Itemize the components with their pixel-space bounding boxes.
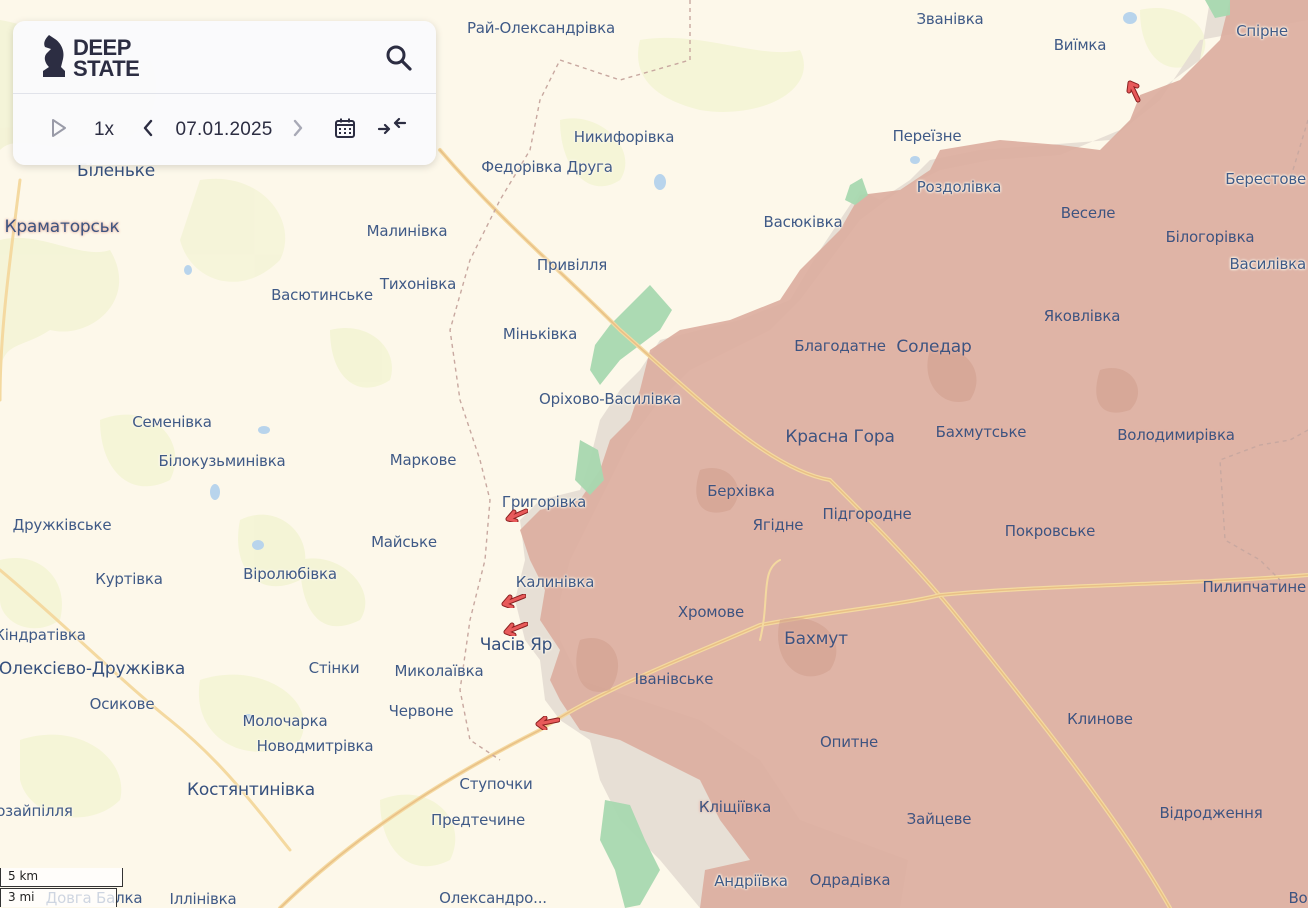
place-label: Опитне bbox=[820, 733, 878, 751]
place-label: Осикове bbox=[89, 695, 155, 713]
place-label: Покровське bbox=[1004, 522, 1096, 540]
place-label: Одрадівка bbox=[809, 871, 891, 889]
place-label: Калинівка bbox=[515, 573, 595, 591]
control-panel: DEEP STATE 1x 07.01.2025 bbox=[13, 21, 436, 165]
place-label: Краматорськ bbox=[4, 217, 120, 237]
panel-header: DEEP STATE bbox=[13, 21, 436, 94]
place-label: Рай-Олександрівка bbox=[466, 19, 616, 37]
next-date-button[interactable] bbox=[287, 115, 309, 145]
place-label: Зайцеве bbox=[906, 810, 972, 828]
place-label: Ягідне bbox=[752, 516, 804, 534]
place-label: Олександро... bbox=[439, 889, 547, 907]
place-label: Клинове bbox=[1067, 710, 1133, 728]
place-label: Олексієво-Дружківка bbox=[0, 659, 186, 679]
place-label: Оріхово-Василівка bbox=[539, 390, 681, 408]
place-label: Віролюбівка bbox=[243, 565, 337, 583]
place-label: Красна Гора bbox=[785, 427, 895, 447]
place-label: Бахмут bbox=[784, 629, 848, 649]
place-label: Спірне bbox=[1236, 22, 1288, 40]
advance-arrow-4 bbox=[532, 716, 560, 730]
place-label: Майське bbox=[371, 533, 437, 551]
chevron-right-icon bbox=[291, 119, 305, 141]
place-label: Відродження bbox=[1159, 804, 1263, 822]
place-label: Яковлівка bbox=[1043, 307, 1121, 325]
place-label: Володимирівка bbox=[1117, 426, 1235, 444]
advance-arrow-3 bbox=[500, 622, 528, 636]
place-label: Васюківка bbox=[763, 213, 843, 231]
place-label: Часів Яр bbox=[479, 635, 553, 655]
search-icon bbox=[384, 45, 414, 77]
advance-arrow-5 bbox=[1124, 78, 1144, 104]
knight-logo-icon bbox=[41, 33, 67, 83]
deepstate-logo[interactable]: DEEP STATE bbox=[41, 33, 151, 83]
advance-arrow-2 bbox=[498, 594, 526, 608]
place-label: Предтечине bbox=[430, 811, 526, 829]
place-label: Міньківка bbox=[502, 325, 578, 343]
place-label: Семенівка bbox=[132, 413, 212, 431]
place-label: Молочарка bbox=[242, 712, 328, 730]
collapse-button[interactable] bbox=[375, 115, 409, 145]
play-button[interactable] bbox=[47, 115, 71, 145]
scale-mi: 3 mi bbox=[0, 888, 117, 907]
previous-date-button[interactable] bbox=[137, 115, 159, 145]
place-label: Федорівка Друга bbox=[481, 158, 613, 176]
place-label: Кліщіївка bbox=[698, 798, 772, 816]
brand-text: DEEP STATE bbox=[73, 35, 140, 81]
place-label: Васютинське bbox=[271, 286, 373, 304]
timeline-controls: 1x 07.01.2025 bbox=[13, 95, 436, 165]
place-label: Новодмитрівка bbox=[256, 737, 374, 755]
place-label: Виїмка bbox=[1053, 36, 1107, 54]
place-label: Червоне bbox=[388, 702, 454, 720]
chevron-left-icon bbox=[141, 119, 155, 141]
place-label: Переїзне bbox=[892, 127, 962, 145]
place-label: Іванівське bbox=[634, 670, 714, 688]
speed-button[interactable]: 1x bbox=[89, 115, 119, 145]
place-label: Веселе bbox=[1060, 204, 1116, 222]
place-label: Соледар bbox=[896, 337, 972, 357]
place-label: Кіндратівка bbox=[0, 626, 86, 644]
place-label: Іллінівка bbox=[169, 890, 237, 908]
calendar-button[interactable] bbox=[331, 115, 359, 145]
brand-line-2: STATE bbox=[73, 56, 140, 81]
place-label: Маркове bbox=[389, 451, 457, 469]
place-label: Хромове bbox=[677, 603, 745, 621]
place-label: Привілля bbox=[536, 256, 608, 274]
play-icon bbox=[50, 118, 68, 142]
calendar-icon bbox=[334, 117, 356, 143]
place-label: Розайпілля bbox=[0, 802, 73, 820]
place-label: Пилипчатине bbox=[1202, 578, 1306, 596]
place-label: Костянтинівка bbox=[187, 780, 315, 800]
place-label: Во bbox=[1288, 889, 1308, 907]
scale-km: 5 km bbox=[0, 868, 123, 887]
current-date[interactable]: 07.01.2025 bbox=[173, 115, 275, 145]
place-label: Званівка bbox=[916, 10, 984, 28]
scale-bar: 5 km 3 mi bbox=[0, 868, 123, 908]
place-label: Білогорівка bbox=[1165, 228, 1255, 246]
place-label: Никифорівка bbox=[573, 128, 675, 146]
place-label: Ступочки bbox=[459, 775, 533, 793]
place-label: Дружківське bbox=[12, 516, 112, 534]
place-label: Тихонівка bbox=[379, 275, 457, 293]
brand-line-1: DEEP bbox=[73, 35, 131, 60]
place-label: Малинівка bbox=[366, 222, 448, 240]
collapse-arrows-icon bbox=[377, 116, 407, 144]
place-label: Берестове bbox=[1225, 170, 1306, 188]
place-label: Куртівка bbox=[95, 570, 163, 588]
place-label: Білокузьминівка bbox=[158, 452, 286, 470]
place-label: Стінки bbox=[308, 659, 360, 677]
place-label: Андріївка bbox=[714, 872, 788, 890]
place-label: Бахмутське bbox=[935, 423, 1027, 441]
place-label: Миколаївка bbox=[394, 662, 484, 680]
place-label: Берхівка bbox=[707, 482, 775, 500]
search-button[interactable] bbox=[384, 43, 414, 73]
place-label: Підгородне bbox=[822, 505, 912, 523]
place-label: Роздолівка bbox=[916, 178, 1002, 196]
place-label: Василівка bbox=[1229, 255, 1306, 273]
place-label: Благодатне bbox=[794, 337, 886, 355]
advance-arrow-1 bbox=[500, 508, 528, 522]
